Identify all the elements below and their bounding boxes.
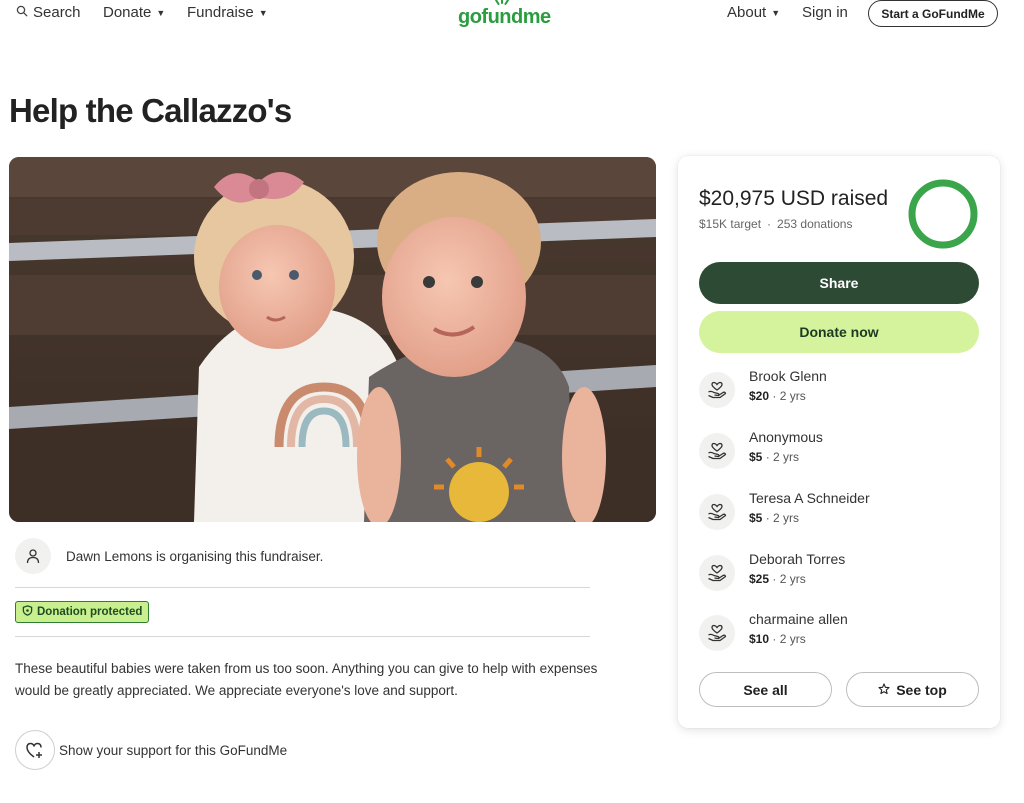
target-meta: $15K target · 253 donations: [699, 217, 852, 231]
donation-time: 2 yrs: [773, 511, 800, 525]
target-amount: $15K target: [699, 217, 762, 231]
donation-detail: $5 · 2 yrs: [749, 450, 800, 464]
campaign-photo[interactable]: [9, 157, 656, 522]
heart-hand-icon: [699, 372, 735, 408]
search-icon: [16, 5, 28, 20]
see-all-button[interactable]: See all: [699, 672, 832, 707]
donation-amount: $25: [749, 572, 770, 586]
see-all-label: See all: [743, 681, 788, 698]
page-title: Help the Callazzo's: [9, 92, 292, 129]
see-top-label: See top: [896, 681, 947, 698]
donation-protected-label: Donation protected: [37, 606, 143, 618]
show-support-row[interactable]: Show your support for this GoFundMe: [15, 730, 287, 770]
caret-down-icon: ▼: [771, 7, 781, 18]
donation-item: Deborah Torres $25 · 2 yrs: [699, 551, 979, 593]
user-icon: [15, 538, 51, 574]
donation-card: $20,975 USD raised $15K target · 253 donat…: [678, 156, 1000, 728]
donate-now-button[interactable]: Donate now: [699, 311, 979, 353]
heart-hand-icon: [699, 494, 735, 530]
organiser-text: Dawn Lemons is organising this fundraise…: [66, 548, 324, 564]
see-top-button[interactable]: See top: [846, 672, 979, 707]
start-gofundme-button[interactable]: Start a GoFundMe: [868, 0, 998, 27]
heart-hand-icon: [699, 555, 735, 591]
nav-about-label: About: [727, 4, 767, 21]
donation-item: Brook Glenn $20 · 2 yrs: [699, 368, 979, 410]
divider: [15, 636, 590, 637]
donation-detail: $25 · 2 yrs: [749, 572, 806, 586]
heart-hand-icon: [699, 433, 735, 469]
donation-time: 2 yrs: [779, 632, 806, 646]
heart-plus-icon[interactable]: [15, 730, 55, 770]
campaign-photo-image: [9, 157, 656, 522]
donation-time: 2 yrs: [773, 450, 800, 464]
star-icon: [878, 682, 890, 698]
donation-item: Teresa A Schneider $5 · 2 yrs: [699, 490, 979, 532]
donation-detail: $5 · 2 yrs: [749, 511, 800, 525]
progress-ring: [908, 179, 978, 249]
nav-signin-label: Sign in: [802, 4, 848, 21]
donor-name: Deborah Torres: [749, 551, 846, 567]
nav-signin[interactable]: Sign in: [802, 4, 848, 21]
donation-time: 2 yrs: [779, 572, 806, 586]
separator-dot: ·: [767, 217, 772, 231]
donation-amount: $10: [749, 632, 770, 646]
logo-text: gofundme: [458, 6, 551, 28]
nav-fundraise-label: Fundraise: [187, 4, 254, 21]
donation-amount: $5: [749, 450, 763, 464]
donation-amount: $20: [749, 389, 770, 403]
shield-icon: [22, 605, 33, 619]
donation-time: 2 yrs: [779, 389, 806, 403]
gofundme-logo[interactable]: gofundme: [458, 0, 554, 30]
donation-item: Anonymous $5 · 2 yrs: [699, 429, 979, 471]
show-support-text: Show your support for this GoFundMe: [59, 742, 288, 758]
caret-down-icon: ▼: [156, 7, 166, 18]
donation-count: 253 donations: [777, 217, 853, 231]
donation-protected-badge[interactable]: Donation protected: [15, 601, 150, 623]
nav-about[interactable]: About ▼: [727, 4, 780, 21]
campaign-story: These beautiful babies were taken from u…: [15, 661, 598, 698]
caret-down-icon: ▼: [258, 7, 268, 18]
donation-item: charmaine allen $10 · 2 yrs: [699, 611, 979, 653]
nav-donate-label: Donate: [103, 4, 152, 21]
donor-name: Teresa A Schneider: [749, 490, 870, 506]
top-nav: Search Donate ▼ Fundraise ▼ gofundme Abo…: [0, 0, 1024, 30]
heart-hand-icon: [699, 615, 735, 651]
donation-amount: $5: [749, 511, 763, 525]
donor-name: charmaine allen: [749, 611, 848, 627]
nav-search[interactable]: Search: [16, 4, 81, 21]
progress-ring-arc: [908, 179, 978, 249]
organiser-row[interactable]: Dawn Lemons is organising this fundraise…: [15, 538, 323, 574]
nav-search-label: Search: [33, 4, 81, 21]
share-button[interactable]: Share: [699, 262, 979, 304]
nav-fundraise[interactable]: Fundraise ▼: [187, 4, 268, 21]
nav-donate[interactable]: Donate ▼: [103, 4, 165, 21]
amount-raised: $20,975 USD raised: [699, 187, 889, 210]
divider: [15, 587, 590, 588]
donation-detail: $20 · 2 yrs: [749, 389, 806, 403]
donation-detail: $10 · 2 yrs: [749, 632, 806, 646]
donor-name: Anonymous: [749, 429, 823, 445]
donor-name: Brook Glenn: [749, 368, 827, 384]
